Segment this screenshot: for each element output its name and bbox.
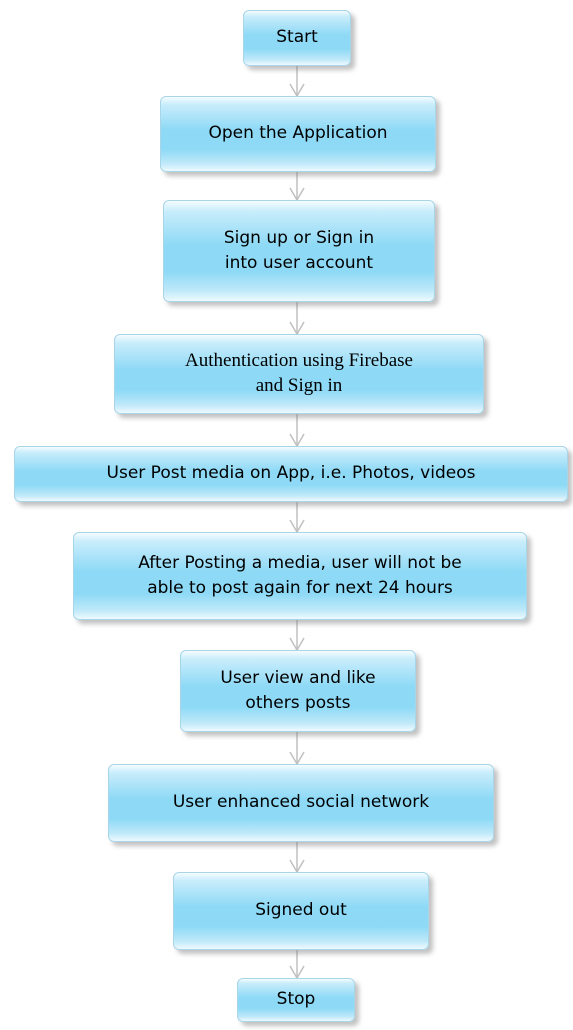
step-view-like: User view and like others posts — [180, 650, 416, 732]
step-signed-out-line-1: Signed out — [255, 900, 347, 921]
step-open-app-line-1: Open the Application — [208, 123, 388, 144]
step-sign-up-line-1: Sign up or Sign in — [223, 227, 375, 248]
step-sign-up: Sign up or Sign in into user account — [163, 200, 435, 302]
step-open-app: Open the Application — [160, 96, 436, 172]
step-stop: Stop — [237, 978, 355, 1022]
step-post-media: User Post media on App, i.e. Photos, vid… — [14, 446, 568, 502]
step-start: Start — [243, 10, 351, 66]
step-post-limit: After Posting a media, user will not be … — [73, 532, 527, 620]
step-signed-out: Signed out — [173, 872, 429, 950]
flowchart: Start Open the Application Sign up or Si… — [0, 0, 573, 1030]
step-auth-line-1: Authentication using Firebase — [185, 350, 413, 372]
step-start-line-1: Start — [276, 27, 318, 48]
step-enhanced: User enhanced social network — [108, 764, 494, 842]
step-sign-up-line-2: into user account — [224, 253, 374, 273]
step-post-limit-line-2: able to post again for next 24 hours — [147, 578, 453, 598]
step-view-like-line-2: others posts — [245, 693, 351, 713]
step-auth: Authentication using Firebase and Sign i… — [114, 334, 484, 414]
step-post-media-line-1: User Post media on App, i.e. Photos, vid… — [106, 463, 476, 484]
step-enhanced-line-1: User enhanced social network — [172, 792, 430, 813]
step-view-like-line-1: User view and like — [220, 667, 376, 688]
step-post-limit-line-1: After Posting a media, user will not be — [138, 552, 462, 573]
step-auth-line-2: and Sign in — [255, 375, 343, 396]
step-stop-line-1: Stop — [276, 989, 316, 1010]
